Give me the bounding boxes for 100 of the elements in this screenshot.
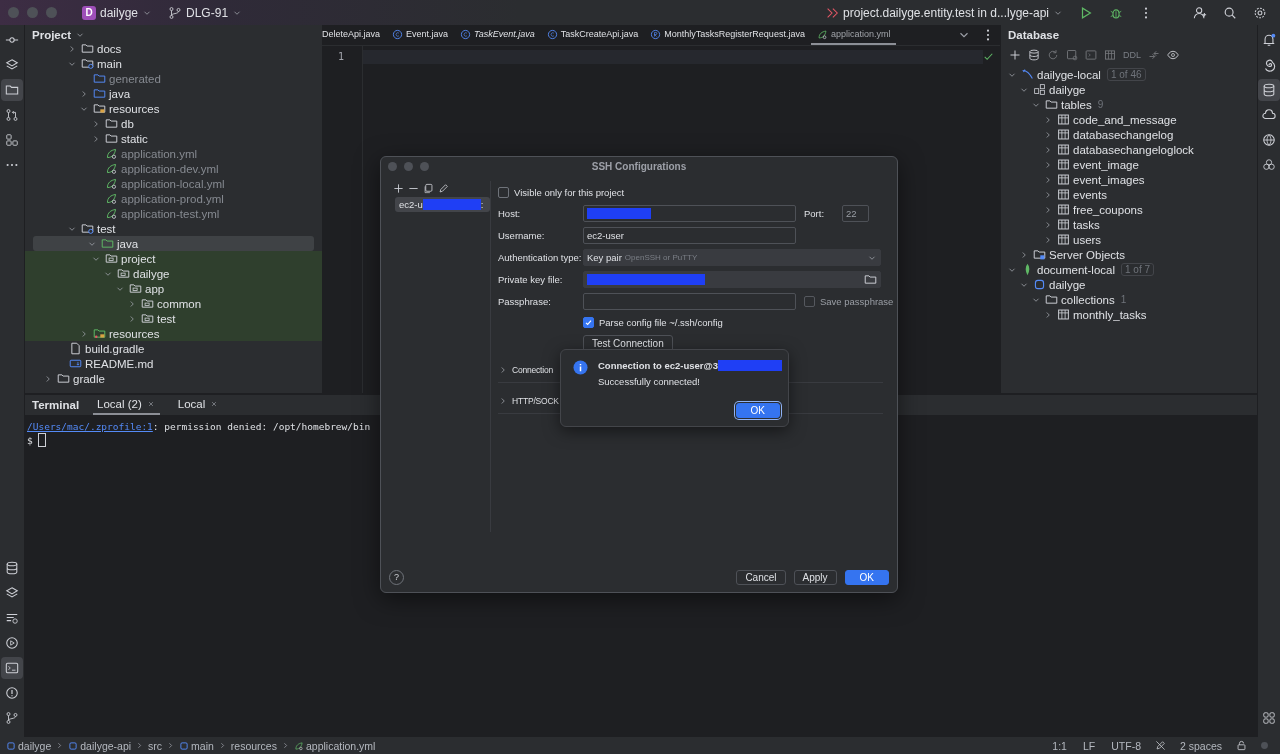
tree-item[interactable]: code_and_message — [1001, 112, 1257, 127]
tree-item-label: code_and_message — [1073, 113, 1177, 126]
indent-setting[interactable]: 2 spaces — [1179, 739, 1222, 752]
window-control[interactable] — [46, 7, 57, 18]
tree-item[interactable]: dailyge-local 1 of 46 — [1001, 67, 1257, 82]
pencil-off-icon[interactable] — [1154, 740, 1166, 751]
tree-item[interactable]: resources — [25, 326, 322, 341]
section-title[interactable]: Connection — [512, 364, 553, 375]
tree-item[interactable]: monthly_tasks — [1001, 307, 1257, 322]
tree-item[interactable]: main — [25, 56, 322, 71]
tree-item[interactable]: generated — [25, 71, 322, 86]
tree-item[interactable]: tables 9 — [1001, 97, 1257, 112]
tree-item[interactable]: build.gradle — [25, 341, 322, 356]
text-cursor — [37, 433, 46, 447]
tree-item[interactable]: databasechangeloglock — [1001, 142, 1257, 157]
run-configuration[interactable]: project.dailyge.entity.test in d...lyge-api — [820, 3, 1068, 22]
tree-item[interactable]: document-local 1 of 7 — [1001, 262, 1257, 277]
lock-icon[interactable] — [1236, 740, 1247, 751]
copy-icon[interactable] — [423, 182, 434, 194]
breadcrumb[interactable]: application.yml — [293, 739, 376, 752]
dialog-button[interactable]: Apply — [793, 569, 837, 585]
breadcrumb[interactable]: dailyge-api — [68, 739, 132, 752]
private-key-field[interactable] — [583, 271, 881, 288]
tool-window-button[interactable] — [1, 79, 23, 101]
tree-item[interactable]: databasechangelog — [1001, 127, 1257, 142]
folder-icon[interactable] — [864, 273, 877, 286]
add-icon[interactable] — [393, 182, 404, 194]
terminal-tab[interactable]: Local — [173, 395, 224, 415]
editor-tab[interactable]: DeleteApi.java — [322, 25, 387, 45]
settings-icon[interactable] — [1253, 5, 1267, 20]
breadcrumb[interactable]: src — [148, 739, 163, 752]
breadcrumb[interactable]: dailyge — [6, 739, 52, 752]
tree-item[interactable]: resources — [25, 101, 322, 116]
tree-item[interactable]: application-prod.yml — [25, 191, 322, 206]
dialog-button[interactable]: Cancel — [736, 569, 786, 585]
tool-window-button[interactable] — [1258, 79, 1280, 101]
host-field[interactable] — [583, 205, 796, 222]
tree-item[interactable]: docs — [25, 41, 322, 56]
breadcrumb[interactable]: main — [179, 739, 214, 752]
tree-item[interactable]: static — [25, 131, 322, 146]
tree-item[interactable]: collections 1 — [1001, 292, 1257, 307]
tree-item[interactable]: project — [25, 251, 322, 266]
tree-item[interactable]: application-dev.yml — [25, 161, 322, 176]
tree-item[interactable]: dailyge — [25, 266, 322, 281]
folder-icon — [93, 327, 106, 340]
tree-item[interactable]: tasks — [1001, 217, 1257, 232]
tree-item[interactable]: users — [1001, 232, 1257, 247]
tree-item[interactable]: dailyge — [1001, 82, 1257, 97]
file-encoding[interactable]: UTF-8 — [1111, 739, 1141, 752]
tree-item[interactable]: event_image — [1001, 157, 1257, 172]
tree-item[interactable]: common — [25, 296, 322, 311]
pencil-icon[interactable] — [438, 182, 449, 194]
eye-icon[interactable] — [1167, 49, 1179, 61]
run-icon[interactable] — [1079, 5, 1093, 20]
editor-tab[interactable]: application.yml — [810, 25, 897, 45]
terminal-tab[interactable]: Local (2) — [93, 395, 160, 415]
checkbox[interactable] — [583, 317, 594, 328]
panel-title[interactable]: Project — [32, 29, 71, 41]
tree-item[interactable]: test — [25, 311, 322, 326]
tree-item-label: events — [1073, 188, 1107, 201]
tree-item[interactable]: Server Objects — [1001, 247, 1257, 262]
tree-item[interactable]: java — [25, 86, 322, 101]
branch-widget[interactable]: DLG-91 — [163, 3, 248, 22]
add-icon[interactable] — [1009, 49, 1021, 61]
tree-item[interactable]: application-local.yml — [25, 176, 322, 191]
tree-item[interactable]: java — [33, 236, 314, 251]
username-field[interactable]: ec2-user — [583, 227, 796, 244]
file-link[interactable]: /Users/mac/.zprofile:1 — [27, 420, 153, 432]
window-control[interactable] — [8, 7, 19, 18]
project-widget[interactable]: D dailyge — [77, 3, 158, 22]
passphrase-field[interactable] — [583, 293, 796, 310]
tree-item[interactable]: free_coupons — [1001, 202, 1257, 217]
tree-item[interactable]: test — [25, 221, 322, 236]
tree-item[interactable]: event_images — [1001, 172, 1257, 187]
search-icon[interactable] — [1223, 5, 1237, 20]
editor-tab[interactable]: TaskCreateApi.java — [540, 25, 645, 45]
tree-item[interactable]: gradle — [25, 371, 322, 386]
breadcrumb[interactable]: resources — [230, 739, 277, 752]
line-separator[interactable]: LF — [1082, 739, 1096, 752]
editor-tab[interactable]: TaskEvent.java — [454, 25, 541, 45]
section-title[interactable]: HTTP/SOCK — [512, 395, 559, 406]
add-user-icon[interactable] — [1193, 5, 1207, 20]
tree-item[interactable]: application-test.yml — [25, 206, 322, 221]
cursor-position[interactable]: 1:1 — [1052, 739, 1067, 752]
tree-item[interactable]: db — [25, 116, 322, 131]
tree-item[interactable]: events — [1001, 187, 1257, 202]
circle-icon — [546, 28, 558, 40]
tool-window-button[interactable] — [1, 657, 23, 679]
database-icon[interactable] — [1028, 49, 1040, 61]
dialog-button[interactable]: OK — [844, 569, 889, 585]
tree-item[interactable]: dailyge — [1001, 277, 1257, 292]
tree-item[interactable]: README.md — [25, 356, 322, 371]
checkbox[interactable] — [498, 187, 509, 198]
tree-item[interactable]: application.yml — [25, 146, 322, 161]
configuration-item[interactable]: ec2-u : — [395, 197, 490, 212]
editor-tab[interactable]: MonthlyTasksRegisterRequest.java — [644, 25, 811, 45]
window-control[interactable] — [27, 7, 38, 18]
tree-item[interactable]: app — [25, 281, 322, 296]
ok-button[interactable]: OK — [735, 403, 780, 418]
editor-tab[interactable]: Event.java — [386, 25, 455, 45]
